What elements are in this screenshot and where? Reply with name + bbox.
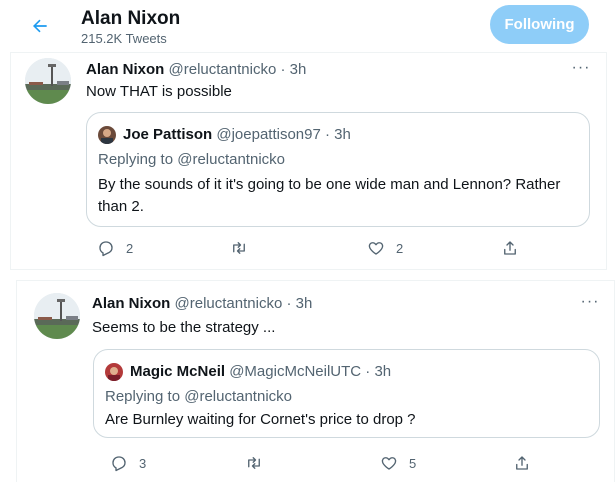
quote-avatar — [105, 363, 123, 381]
heart-icon — [368, 242, 384, 255]
page-title: Alan Nixon — [81, 8, 181, 29]
reply-count: 2 — [126, 240, 134, 256]
profile-header: Alan Nixon 215.2K Tweets Following — [0, 0, 615, 52]
quote-time: 3h — [334, 126, 351, 143]
like-count: 5 — [409, 455, 417, 471]
tweet-actions: 3 5 — [93, 453, 528, 473]
replying-to-prefix: Replying to — [98, 151, 174, 168]
quoted-tweet[interactable]: Joe Pattison @joepattison97 · 3h Replyin… — [86, 112, 590, 227]
tweet-time[interactable]: 3h — [290, 61, 307, 78]
retweet-button[interactable] — [245, 453, 274, 473]
replying-to-handle[interactable]: @reluctantnicko — [177, 151, 285, 168]
quote-time: 3h — [374, 363, 392, 380]
stadium-avatar-image — [34, 293, 80, 339]
tweet-header: Alan Nixon @reluctantnicko · 3h — [92, 295, 312, 313]
quote-header: Magic McNeil @MagicMcNeilUTC · 3h — [130, 363, 391, 381]
retweet-icon — [233, 242, 245, 254]
separator-dot: · — [286, 295, 292, 312]
stadium-avatar-image — [25, 58, 71, 104]
quote-avatar — [98, 126, 116, 144]
tweet-count: 215.2K Tweets — [81, 31, 167, 46]
following-button[interactable]: Following — [490, 5, 589, 44]
heart-icon — [381, 457, 397, 470]
back-button[interactable] — [24, 10, 56, 42]
more-icon: ··· — [580, 293, 600, 310]
reply-icon — [112, 456, 126, 472]
retweet-button[interactable] — [230, 238, 259, 258]
avatar[interactable] — [34, 293, 80, 339]
separator-dot: · — [280, 61, 286, 78]
replying-to: Replying to @reluctantnicko — [105, 387, 292, 406]
share-button[interactable] — [513, 453, 531, 473]
tweet-text: Now THAT is possible — [86, 83, 232, 100]
reply-button[interactable]: 3 — [110, 453, 146, 473]
tweet-actions: 2 2 — [86, 238, 516, 258]
quote-header: Joe Pattison @joepattison97 · 3h — [123, 126, 351, 144]
separator-dot: · — [365, 363, 371, 380]
quote-author-name: Joe Pattison — [123, 126, 213, 143]
replying-to-prefix: Replying to — [105, 388, 181, 405]
tweet-time[interactable]: 3h — [296, 295, 313, 312]
quote-author-name: Magic McNeil — [130, 363, 226, 380]
author-handle[interactable]: @reluctantnicko — [175, 295, 283, 312]
quoted-tweet[interactable]: Magic McNeil @MagicMcNeilUTC · 3h Replyi… — [93, 349, 600, 438]
quote-author-handle: @MagicMcNeilUTC — [229, 363, 362, 380]
share-icon — [516, 456, 528, 470]
tweet[interactable]: Alan Nixon @reluctantnicko · 3h ··· Now … — [10, 52, 607, 270]
reply-button[interactable]: 2 — [97, 238, 133, 258]
author-handle[interactable]: @reluctantnicko — [169, 61, 277, 78]
share-icon — [504, 241, 516, 255]
arrow-left-icon — [33, 19, 47, 33]
retweet-icon — [248, 457, 260, 469]
like-button[interactable]: 2 — [367, 238, 403, 258]
tweet-text: Seems to be the strategy ... — [92, 319, 276, 336]
more-button[interactable]: ··· — [571, 59, 591, 76]
tweet-header: Alan Nixon @reluctantnicko · 3h — [86, 61, 306, 79]
author-name[interactable]: Alan Nixon — [92, 295, 170, 312]
quote-author-handle: @joepattison97 — [216, 126, 321, 143]
tweet[interactable]: Alan Nixon @reluctantnicko · 3h ··· Seem… — [16, 280, 615, 482]
replying-to-handle[interactable]: @reluctantnicko — [184, 388, 292, 405]
quote-text: Are Burnley waiting for Cornet's price t… — [105, 411, 416, 428]
share-button[interactable] — [501, 238, 519, 258]
replying-to: Replying to @reluctantnicko — [98, 150, 285, 169]
reply-count: 3 — [139, 455, 147, 471]
separator-dot: · — [325, 126, 330, 143]
quote-text: By the sounds of it it's going to be one… — [98, 176, 561, 215]
like-count: 2 — [396, 240, 404, 256]
more-icon: ··· — [571, 59, 591, 76]
reply-icon — [99, 241, 113, 257]
like-button[interactable]: 5 — [380, 453, 416, 473]
author-name[interactable]: Alan Nixon — [86, 61, 164, 78]
more-button[interactable]: ··· — [580, 293, 600, 310]
avatar[interactable] — [25, 58, 71, 104]
